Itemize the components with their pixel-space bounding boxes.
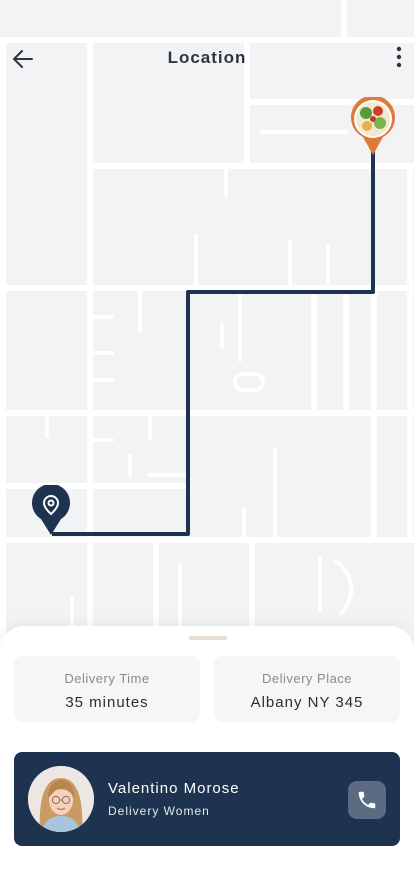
delivery-place-label: Delivery Place bbox=[261, 671, 353, 686]
page-title: Location bbox=[167, 48, 247, 67]
avatar bbox=[28, 766, 94, 832]
delivery-route bbox=[52, 150, 375, 536]
courier-name: Valentino Morose bbox=[108, 780, 240, 797]
call-button[interactable] bbox=[348, 781, 386, 819]
delivery-details-sheet: Delivery Time 35 minutes Delivery Place … bbox=[0, 626, 414, 896]
more-vertical-icon bbox=[396, 46, 402, 68]
delivery-place-value: Albany NY 345 bbox=[250, 694, 364, 711]
phone-icon bbox=[358, 791, 376, 809]
courier-card: Valentino Morose Delivery Women bbox=[14, 752, 400, 846]
sheet-drag-handle[interactable] bbox=[189, 636, 227, 640]
delivery-time-card: Delivery Time 35 minutes bbox=[14, 656, 200, 722]
delivery-time-label: Delivery Time bbox=[64, 671, 150, 686]
more-options-button[interactable] bbox=[388, 45, 410, 71]
courier-role: Delivery Women bbox=[108, 804, 210, 818]
destination-pin[interactable] bbox=[31, 483, 71, 537]
delivery-time-value: 35 minutes bbox=[65, 694, 149, 711]
app-header: Location bbox=[0, 0, 414, 116]
delivery-place-card: Delivery Place Albany NY 345 bbox=[214, 656, 400, 722]
